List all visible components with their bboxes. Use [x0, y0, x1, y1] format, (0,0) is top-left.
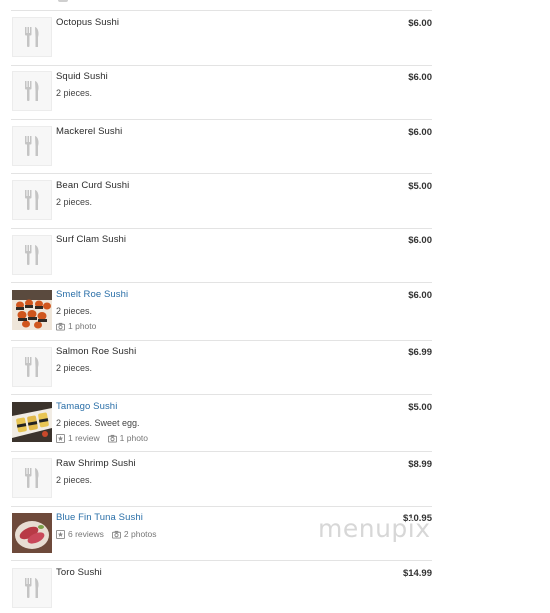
item-price: $8.99 — [408, 459, 432, 470]
item-name-link[interactable]: Smelt Roe Sushi — [56, 289, 128, 301]
camera-icon — [107, 434, 117, 443]
fork-knife-icon — [12, 235, 52, 275]
item-price: $5.00 — [408, 181, 432, 192]
fork-knife-icon — [12, 126, 52, 166]
item-name: Raw Shrimp Sushi — [56, 458, 136, 469]
item-price: $6.00 — [408, 290, 432, 301]
item-price: $6.00 — [408, 72, 432, 83]
item-description: 2 pieces. — [56, 88, 93, 98]
tamago-sushi-photo[interactable] — [12, 402, 52, 442]
menu-item: Octopus Sushi $6.00 — [11, 11, 432, 66]
item-name-link[interactable]: Tamago Sushi — [56, 401, 117, 413]
item-meta: 1 photo — [56, 320, 104, 332]
menu-item: Salmon Roe Sushi $6.99 2 pieces. — [11, 341, 432, 395]
item-price: $14.99 — [402, 568, 432, 579]
fork-knife-icon — [12, 347, 52, 387]
item-price: $6.00 — [408, 235, 432, 246]
menu-item: Smelt Roe Sushi $6.00 2 pieces. 1 photo — [11, 283, 432, 341]
review-icon — [56, 433, 65, 443]
photo-count-link[interactable]: 1 photo — [56, 320, 96, 332]
review-count: 1 review — [68, 433, 100, 443]
review-count-link[interactable]: 1 review — [56, 432, 100, 444]
menupix-watermark: menupix — [318, 514, 431, 543]
photo-count: 2 photos — [123, 529, 157, 539]
menu-item: Squid Sushi $6.00 2 pieces. — [11, 66, 432, 120]
photo-count-link[interactable]: 2 photos — [111, 528, 157, 540]
item-price: $5.00 — [408, 402, 432, 413]
item-price: $6.00 — [408, 18, 432, 29]
item-name: Squid Sushi — [56, 71, 108, 82]
photo-count-link[interactable]: 1 photo — [107, 432, 149, 444]
item-name: Salmon Roe Sushi — [56, 346, 137, 357]
photo-count: 1 photo — [119, 433, 149, 443]
item-name: Bean Curd Sushi — [56, 180, 130, 191]
item-meta: 6 reviews 2 photos — [56, 528, 165, 540]
photo-count: 1 photo — [68, 321, 97, 331]
menu-item: Surf Clam Sushi $6.00 — [11, 229, 432, 283]
review-count: 6 reviews — [68, 529, 104, 539]
item-description: 2 pieces. Sweet egg. — [56, 418, 140, 428]
camera-icon — [56, 322, 65, 331]
menu-item: Tamago Sushi $5.00 2 pieces. Sweet egg. … — [11, 395, 432, 452]
item-meta: 1 review 1 photo — [56, 432, 156, 444]
camera-icon — [111, 530, 121, 539]
item-description: 2 pieces. — [56, 363, 93, 373]
item-description: 2 pieces. — [56, 475, 93, 485]
item-name: Toro Sushi — [56, 567, 102, 578]
menu-item-list: Octopus Sushi $6.00 Squid Sushi $6.00 2 … — [0, 0, 550, 613]
review-count-link[interactable]: 6 reviews — [56, 528, 104, 540]
fork-knife-icon — [12, 458, 52, 498]
review-icon — [56, 529, 65, 539]
blue-fin-tuna-sushi-photo[interactable] — [12, 513, 52, 553]
menu-item: Toro Sushi $14.99 — [11, 561, 432, 613]
smelt-roe-sushi-photo[interactable] — [12, 290, 52, 330]
menu-item: Mackerel Sushi $6.00 — [11, 120, 432, 174]
item-name: Surf Clam Sushi — [56, 234, 127, 245]
item-description: 2 pieces. — [56, 306, 93, 316]
fork-knife-icon — [12, 568, 52, 608]
fork-knife-icon — [12, 180, 52, 220]
item-name: Mackerel Sushi — [56, 126, 123, 137]
item-price: $6.99 — [408, 347, 432, 358]
item-name: Octopus Sushi — [56, 17, 120, 28]
fork-knife-icon — [12, 17, 52, 57]
item-name-link[interactable]: Blue Fin Tuna Sushi — [56, 512, 143, 524]
menu-item: Bean Curd Sushi $5.00 2 pieces. — [11, 174, 432, 229]
fork-knife-icon — [12, 71, 52, 111]
item-description: 2 pieces. — [56, 197, 93, 207]
menu-item: Raw Shrimp Sushi $8.99 2 pieces. — [11, 452, 432, 507]
item-price: $6.00 — [408, 127, 432, 138]
